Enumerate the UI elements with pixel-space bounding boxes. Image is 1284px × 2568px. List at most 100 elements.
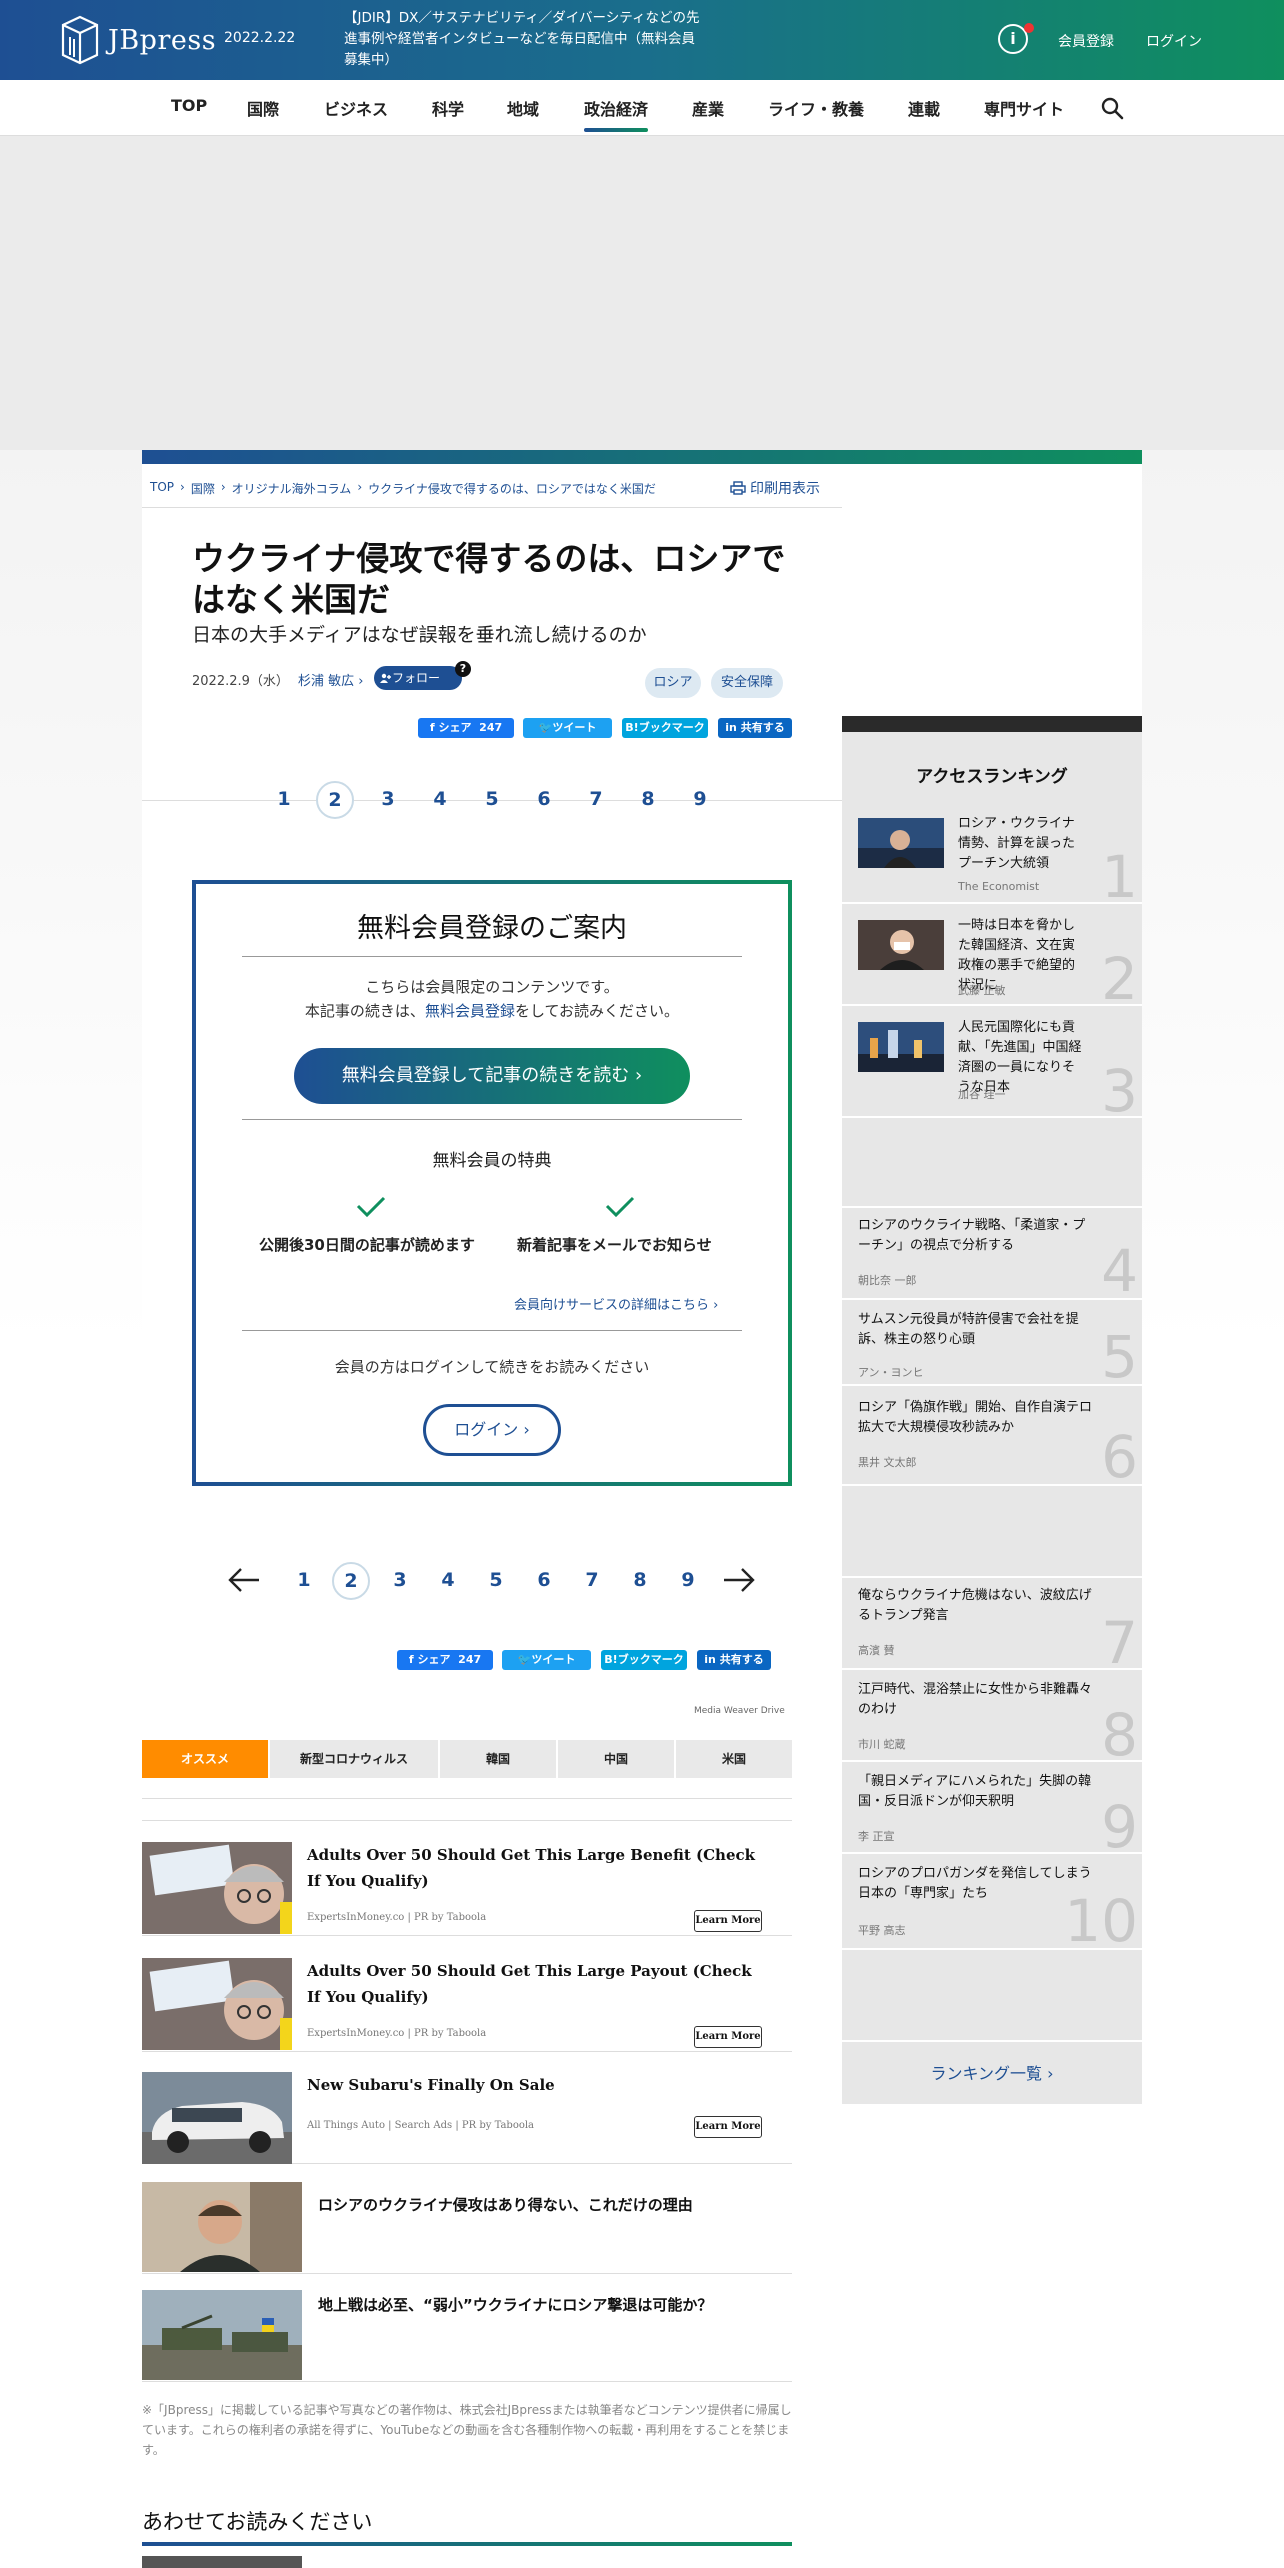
ranking-item-author: 朝比奈 一郎	[858, 1274, 917, 1287]
ranking-item-7[interactable]: 俺ならウクライナ危機はない、波紋広げるトランプ発言 高濱 賛 7	[842, 1578, 1142, 1670]
learn-more-button[interactable]: Learn More	[694, 2116, 762, 2138]
also-read-thumbnail[interactable]	[142, 2556, 302, 2568]
arrow-right-icon[interactable]	[722, 1566, 756, 1594]
ranking-item-1[interactable]: ロシア・ウクライナ情勢、計算を誤ったプーチン大統領 The Economist …	[842, 802, 1142, 904]
article-link-title[interactable]: ロシアのウクライナ侵攻はあり得ない、これだけの理由	[318, 2194, 693, 2215]
page-link-7[interactable]: 7	[574, 1569, 610, 1591]
nav-item-politics-economy[interactable]: 政治経済	[584, 96, 649, 132]
header-news-link[interactable]: 【JDIR】DX／サステナビリティ／ダイバーシティなどの先進事例や経営者インタビ…	[344, 8, 704, 71]
site-header: JBpress 2022.2.22 【JDIR】DX／サステナビリティ／ダイバー…	[0, 0, 1284, 80]
tab-recommended[interactable]: オススメ	[142, 1740, 268, 1778]
nav-item-life-culture[interactable]: ライフ・教養	[768, 96, 864, 120]
tweet-button[interactable]: 🐦ツイート	[523, 718, 612, 738]
learn-more-button[interactable]: Learn More	[694, 1910, 762, 1932]
register-link[interactable]: 会員登録	[1058, 31, 1114, 51]
tweet-button[interactable]: 🐦ツイート	[502, 1650, 591, 1670]
list-item[interactable]: ロシアのウクライナ侵攻はあり得ない、これだけの理由	[142, 2182, 792, 2274]
ranking-more-link[interactable]: ランキング一覧 ›	[842, 2040, 1142, 2104]
breadcrumb-separator: ›	[220, 480, 226, 494]
page-link-6[interactable]: 6	[526, 788, 562, 810]
paywall-text-post: をしてお読みください。	[514, 1002, 680, 1020]
ranking-item-author: 黒井 文太郎	[858, 1456, 917, 1469]
ranking-number: 2	[1101, 945, 1138, 1006]
tab-korea[interactable]: 韓国	[440, 1740, 556, 1778]
article-thumbnail	[142, 2182, 302, 2272]
nav-item-industry[interactable]: 産業	[692, 96, 724, 120]
printer-icon	[730, 481, 746, 495]
nav-item-top[interactable]: TOP	[171, 96, 207, 115]
list-item[interactable]: Adults Over 50 Should Get This Large Pay…	[142, 1958, 792, 2052]
breadcrumb-international[interactable]: 国際	[191, 480, 215, 497]
nav-item-science[interactable]: 科学	[432, 96, 464, 120]
tab-china[interactable]: 中国	[558, 1740, 674, 1778]
tag-russia[interactable]: ロシア	[645, 668, 701, 698]
linkedin-share-button[interactable]: in 共有する	[697, 1650, 771, 1670]
nav-item-business[interactable]: ビジネス	[324, 96, 388, 120]
page-link-3[interactable]: 3	[382, 1569, 418, 1591]
list-item[interactable]: Adults Over 50 Should Get This Large Ben…	[142, 1842, 792, 1936]
page-link-9[interactable]: 9	[682, 788, 718, 810]
nav-item-series[interactable]: 連載	[908, 96, 940, 120]
nav-item-region[interactable]: 地域	[507, 96, 539, 120]
paywall-register-link[interactable]: 無料会員登録	[425, 1002, 515, 1020]
info-icon[interactable]: i	[998, 23, 1034, 54]
login-link[interactable]: ログイン	[1146, 31, 1202, 51]
arrow-left-icon[interactable]	[227, 1566, 261, 1594]
ranking-item-10[interactable]: ロシアのプロパガンダを発信してしまう日本の「専門家」たち 平野 高志 10	[842, 1854, 1142, 1950]
paywall-login-button[interactable]: ログイン ›	[423, 1404, 561, 1456]
follow-button[interactable]: フォロー	[374, 666, 462, 690]
learn-more-button[interactable]: Learn More	[694, 2026, 762, 2048]
notification-dot	[1024, 23, 1034, 33]
ranking-number: 9	[1101, 1793, 1138, 1854]
breadcrumb-column[interactable]: オリジナル海外コラム	[232, 480, 352, 497]
member-service-detail-link[interactable]: 会員向けサービスの詳細はこちら ›	[514, 1294, 718, 1313]
page-link-1[interactable]: 1	[286, 1569, 322, 1591]
page-link-4[interactable]: 4	[422, 788, 458, 810]
author-link[interactable]: 杉浦 敏広 ›	[298, 670, 363, 689]
hatena-bookmark-button[interactable]: B!ブックマーク	[601, 1650, 687, 1670]
page-link-8[interactable]: 8	[630, 788, 666, 810]
breadcrumb-top[interactable]: TOP	[150, 480, 174, 497]
ranking-item-8[interactable]: 江戸時代、混浴禁止に女性から非難轟々のわけ 市川 蛇蔵 8	[842, 1670, 1142, 1762]
page-link-9[interactable]: 9	[670, 1569, 706, 1591]
register-read-button[interactable]: 無料会員登録して記事の続きを読む ›	[294, 1048, 690, 1104]
bookmark-label: ブックマーク	[638, 721, 705, 734]
article-link-title[interactable]: 地上戦は必至、“弱小”ウクライナにロシア撃退は可能か？	[318, 2294, 712, 2315]
nav-item-special-sites[interactable]: 専門サイト	[984, 96, 1064, 120]
ad-title[interactable]: Adults Over 50 Should Get This Large Ben…	[307, 1842, 767, 1894]
tab-usa[interactable]: 米国	[676, 1740, 792, 1778]
help-icon[interactable]: ?	[455, 661, 471, 677]
logo-text: JBpress	[108, 24, 217, 56]
nav-item-international[interactable]: 国際	[247, 96, 279, 120]
ranking-item-2[interactable]: 一時は日本を脅かした韓国経済、文在寅政権の悪手で絶望的状況に 武藤 正敏 2	[842, 904, 1142, 1006]
ad-title[interactable]: Adults Over 50 Should Get This Large Pay…	[307, 1958, 767, 2010]
ranking-item-4[interactable]: ロシアのウクライナ戦略、「柔道家・プーチン」の視点で分析する 朝比奈 一郎 4	[842, 1208, 1142, 1300]
ranking-item-9[interactable]: 「親日メディアにハメられた」失脚の韓国・反日派ドンが仰天釈明 李 正宣 9	[842, 1762, 1142, 1854]
page-link-8[interactable]: 8	[622, 1569, 658, 1591]
page-link-1[interactable]: 1	[266, 788, 302, 810]
ranking-item-6[interactable]: ロシア「偽旗作戦」開始、自作自演テロ拡大で大規模侵攻秒読みか 黒井 文太郎 6	[842, 1386, 1142, 1486]
list-item[interactable]: New Subaru's Finally On Sale All Things …	[142, 2072, 792, 2164]
page-link-3[interactable]: 3	[370, 788, 406, 810]
print-link[interactable]: 印刷用表示	[730, 478, 820, 498]
list-item[interactable]: 地上戦は必至、“弱小”ウクライナにロシア撃退は可能か？	[142, 2290, 792, 2382]
site-logo[interactable]: JBpress	[60, 14, 216, 66]
facebook-share-button[interactable]: f シェア 247	[418, 718, 514, 738]
ad-title[interactable]: New Subaru's Finally On Sale	[307, 2072, 767, 2098]
media-weaver-label: Media Weaver Drive	[694, 1706, 785, 1716]
search-icon[interactable]	[1100, 96, 1124, 120]
divider	[242, 1119, 742, 1120]
page-link-4[interactable]: 4	[430, 1569, 466, 1591]
hatena-bookmark-button[interactable]: B!ブックマーク	[622, 718, 708, 738]
ranking-item-title: サムスン元役員が特許侵害で会社を提訴、株主の怒り心頭	[858, 1312, 1079, 1347]
facebook-share-button[interactable]: f シェア 247	[397, 1650, 493, 1670]
ranking-item-3[interactable]: 人民元国際化にも貢献、「先進国」中国経済圏の一員になりそうな日本 加谷 珪一 3	[842, 1006, 1142, 1118]
tab-coronavirus[interactable]: 新型コロナウィルス	[270, 1740, 438, 1778]
page-link-7[interactable]: 7	[578, 788, 614, 810]
linkedin-share-button[interactable]: in 共有する	[718, 718, 792, 738]
ranking-item-5[interactable]: サムスン元役員が特許侵害で会社を提訴、株主の怒り心頭 アン・ヨンヒ 5	[842, 1300, 1142, 1386]
page-link-5[interactable]: 5	[478, 1569, 514, 1591]
page-link-5[interactable]: 5	[474, 788, 510, 810]
page-link-6[interactable]: 6	[526, 1569, 562, 1591]
tag-security[interactable]: 安全保障	[711, 668, 783, 698]
